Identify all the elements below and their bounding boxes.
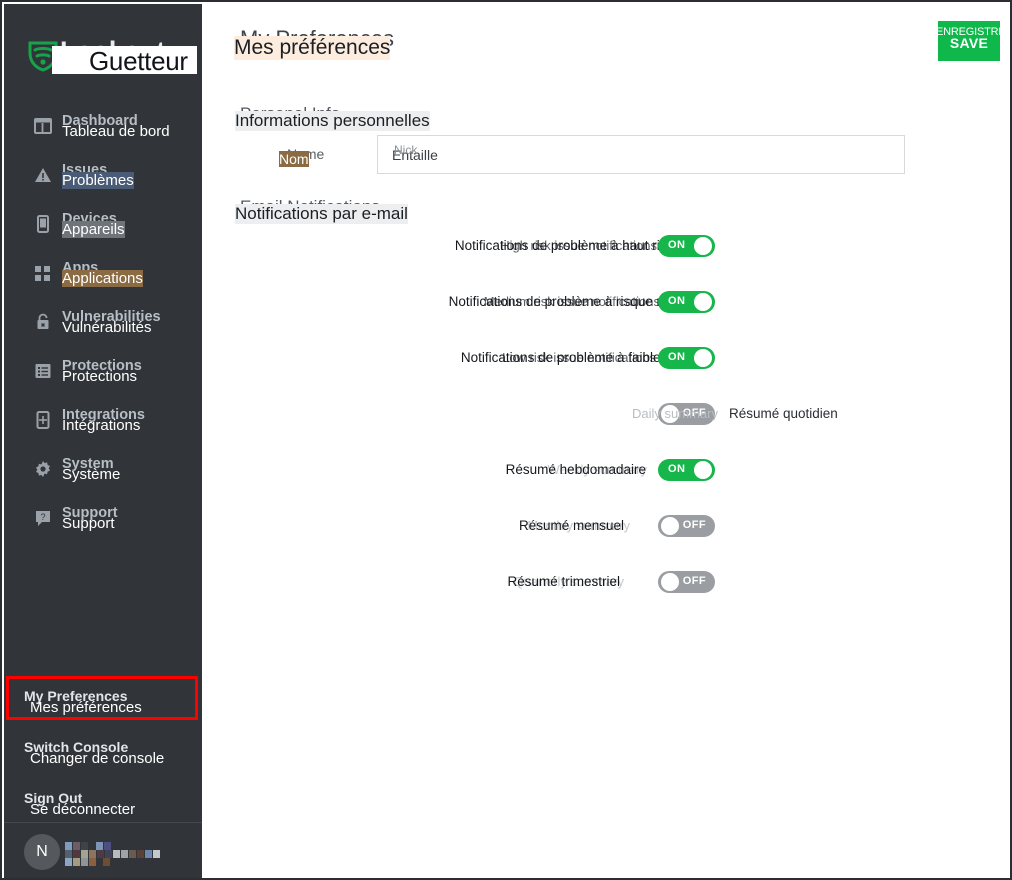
notification-toggle-weekly-summary[interactable]: ON — [658, 459, 715, 481]
notification-row-daily-summary: OFF Daily summary Résumé quotidien — [202, 403, 1010, 425]
notification-toggle-monthly-summary[interactable]: OFF — [658, 515, 715, 537]
email-notifications-heading-fr: Notifications par e-mail — [235, 204, 408, 224]
toggle-knob — [694, 293, 712, 311]
notification-row-weekly-summary-label-fr: Résumé hebdomadaire — [505, 462, 646, 477]
notification-row-quarterly-summary: Quarterly summary Résumé trimestriel OFF — [202, 571, 1010, 593]
sidebar-nav: Dashboard Tableau de bord Issues Problèm… — [4, 104, 202, 545]
sidebar-item-apps-label-fr: Applications — [62, 270, 143, 287]
page-title-fr: Mes préférences — [234, 36, 391, 60]
app-window: Lookout Guetteur Dashboard Tableau de bo… — [0, 0, 1012, 880]
toggle-knob — [661, 517, 679, 535]
name-input[interactable] — [377, 135, 905, 174]
sidebar-item-devices[interactable]: Devices Appareils — [4, 202, 202, 251]
sidebar-item-devices-label-fr: Appareils — [62, 221, 125, 238]
help-bubble-icon: ? — [34, 509, 52, 527]
toggle-knob — [694, 461, 712, 479]
notification-row-weekly-summary: Weekly summary Résumé hebdomadaire ON — [202, 459, 1010, 481]
sidebar-item-switch-console-label-fr: Changer de console — [30, 750, 165, 767]
sidebar-item-integrations-label-fr: Intégrations — [62, 417, 141, 434]
sidebar-item-integrations[interactable]: Integrations Intégrations — [4, 398, 202, 447]
sidebar-item-support[interactable]: ? Support Support — [4, 496, 202, 545]
notification-row-medium-risk: Medium risk issue notifications Notifica… — [202, 291, 1010, 313]
name-field-label-fr: Nom — [279, 151, 309, 167]
warning-triangle-icon — [34, 166, 52, 184]
notification-toggle-quarterly-summary[interactable]: OFF — [658, 571, 715, 593]
notification-row-quarterly-summary-label-fr: Résumé trimestriel — [507, 574, 620, 589]
user-account-row[interactable]: N — [4, 823, 202, 878]
save-button-label-en: SAVE — [949, 35, 989, 51]
gear-icon — [34, 460, 52, 478]
notification-row-high-risk: High risk issue notifications Notificati… — [202, 235, 1010, 257]
sidebar-item-vulnerabilities[interactable]: Vulnerabilities Vulnérabilités — [4, 300, 202, 349]
name-input-value-en: Nick — [394, 143, 418, 157]
lock-icon — [34, 313, 52, 331]
notification-row-monthly-summary-label-fr: Résumé mensuel — [518, 518, 624, 533]
sidebar-item-issues[interactable]: Issues Problèmes — [4, 153, 202, 202]
avatar: N — [24, 834, 60, 870]
personal-info-heading-fr: Informations personnelles — [235, 111, 430, 131]
notification-row-daily-summary-label-fr: Résumé quotidien — [729, 406, 838, 421]
sidebar-item-protections-label-fr: Protections — [62, 368, 138, 385]
toggle-knob — [694, 237, 712, 255]
sidebar: Lookout Guetteur Dashboard Tableau de bo… — [4, 4, 202, 878]
apps-grid-icon — [34, 264, 52, 282]
notification-toggle-low-risk-state: ON — [668, 351, 686, 363]
sidebar-item-support-label-fr: Support — [62, 515, 115, 532]
sidebar-item-protections[interactable]: Protections Protections — [4, 349, 202, 398]
notification-toggle-low-risk[interactable]: ON — [658, 347, 715, 369]
user-name-redacted — [65, 842, 163, 866]
notification-row-daily-summary-label-en: Daily summary — [632, 406, 718, 421]
sidebar-item-dashboard[interactable]: Dashboard Tableau de bord — [4, 104, 202, 153]
sidebar-item-dashboard-label-fr: Tableau de bord — [62, 123, 170, 140]
notification-toggle-high-risk[interactable]: ON — [658, 235, 715, 257]
svg-text:?: ? — [40, 512, 45, 522]
sidebar-item-switch-console[interactable]: Switch Console Changer de console — [4, 731, 202, 782]
sidebar-item-system[interactable]: System Système — [4, 447, 202, 496]
notification-row-low-risk: Low risk issue notifications Notificatio… — [202, 347, 1010, 369]
dashboard-icon — [34, 117, 52, 135]
sidebar-bottom-links: My Preferences Mes préférences Switch Co… — [4, 680, 202, 833]
notification-toggle-monthly-summary-state: OFF — [682, 519, 706, 531]
save-button[interactable]: ENREGISTRER SAVE — [936, 21, 1002, 61]
sidebar-item-issues-label-fr: Problèmes — [62, 172, 134, 189]
notification-toggle-quarterly-summary-state: OFF — [682, 575, 706, 587]
notification-toggle-weekly-summary-state: ON — [668, 463, 686, 475]
brand-name-fr: Guetteur — [89, 46, 188, 76]
notification-toggle-high-risk-state: ON — [668, 239, 686, 251]
device-icon — [34, 215, 52, 233]
sidebar-item-sign-out-label-fr: Se déconnecter — [30, 801, 136, 818]
list-icon — [34, 362, 52, 380]
sidebar-item-apps[interactable]: Apps Applications — [4, 251, 202, 300]
sidebar-item-my-preferences-label-fr: Mes préférences — [30, 699, 142, 716]
toggle-knob — [661, 573, 679, 591]
notification-toggle-medium-risk-state: ON — [668, 295, 686, 307]
sidebar-item-vulnerabilities-label-fr: Vulnérabilités — [62, 319, 152, 336]
notification-row-high-risk-label-fr: Notifications de problème à haut risque — [454, 238, 689, 253]
brand-logo-area[interactable]: Lookout Guetteur — [4, 18, 202, 76]
notification-row-monthly-summary: Monthly summary Résumé mensuel OFF — [202, 515, 1010, 537]
sidebar-item-system-label-fr: Système — [62, 466, 121, 483]
integration-icon — [34, 411, 52, 429]
sidebar-item-my-preferences[interactable]: My Preferences Mes préférences — [4, 680, 202, 731]
notification-toggle-medium-risk[interactable]: ON — [658, 291, 715, 313]
main-content: ENREGISTRER SAVE My Preferences Mes préf… — [202, 4, 1010, 878]
toggle-knob — [694, 349, 712, 367]
